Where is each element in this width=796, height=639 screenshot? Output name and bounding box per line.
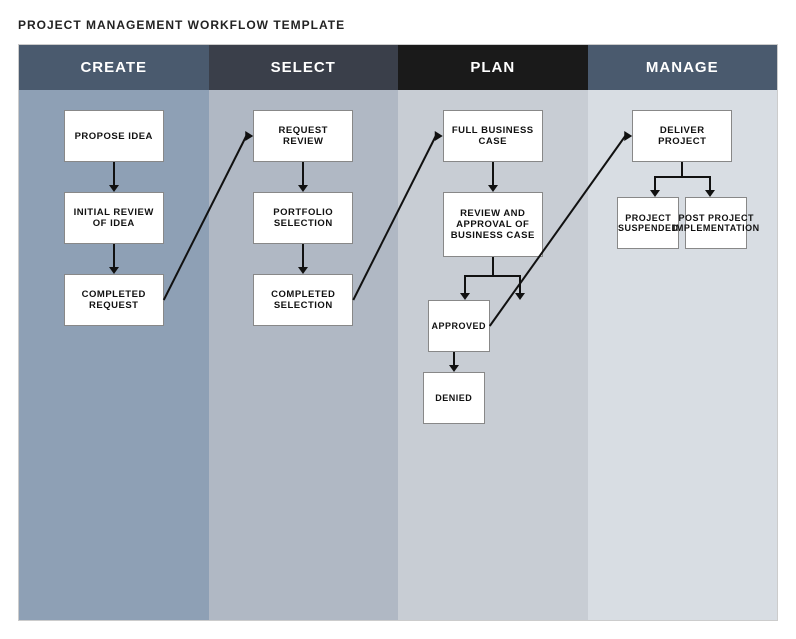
manage-flow: DELIVER PROJECT [598,110,768,249]
col-create: PROPOSE IDEA INITIAL REVIEW OF IDEA COMP… [19,90,209,620]
manage-branch-boxes: PROJECT SUSPENDED POST PROJECT IMPLEMENT… [612,197,752,249]
manage-h-branch [627,176,737,197]
branch-from-review: APPROVED DENIED [408,257,578,424]
branch-right-spacer [496,300,558,352]
header-row: CREATE SELECT PLAN MANAGE [19,45,777,90]
box-post-project: POST PROJECT IMPLEMENTATION [685,197,747,249]
branch-h-line [438,275,548,300]
col-header-plan: PLAN [398,45,588,90]
arrow-select-1 [298,162,308,192]
branch-shaft-top [492,257,494,275]
box-propose-idea: PROPOSE IDEA [64,110,164,162]
branch-h-bar [465,275,520,277]
create-flow: PROPOSE IDEA INITIAL REVIEW OF IDEA COMP… [29,110,199,326]
box-request-review: REQUEST REVIEW [253,110,353,162]
box-approved: APPROVED [428,300,490,352]
box-completed-selection: COMPLETED SELECTION [253,274,353,326]
page-title: PROJECT MANAGEMENT WORKFLOW TEMPLATE [18,18,778,32]
box-initial-review: INITIAL REVIEW OF IDEA [64,192,164,244]
arrow-select-2 [298,244,308,274]
box-completed-request: COMPLETED REQUEST [64,274,164,326]
manage-branch: PROJECT SUSPENDED POST PROJECT IMPLEMENT… [598,162,768,249]
plan-flow: FULL BUSINESS CASE REVIEW AND APPROVAL O… [408,110,578,424]
select-flow: REQUEST REVIEW PORTFOLIO SELECTION COMPL… [219,110,389,326]
denied-section: DENIED [423,352,563,424]
col-header-manage: MANAGE [588,45,778,90]
approved-to-denied: DENIED [423,352,485,424]
col-header-select: SELECT [209,45,399,90]
arrow-plan-1 [488,162,498,192]
box-project-suspended: PROJECT SUSPENDED [617,197,679,249]
arrow-create-1 [109,162,119,192]
body-row: PROPOSE IDEA INITIAL REVIEW OF IDEA COMP… [19,90,777,620]
box-portfolio-selection: PORTFOLIO SELECTION [253,192,353,244]
branch-boxes: APPROVED [423,300,563,352]
box-review-approval: REVIEW AND APPROVAL OF BUSINESS CASE [443,192,543,257]
box-full-business-case: FULL BUSINESS CASE [443,110,543,162]
branch-right [493,275,548,300]
col-manage: DELIVER PROJECT [588,90,778,620]
col-plan: FULL BUSINESS CASE REVIEW AND APPROVAL O… [398,90,588,620]
arrow-create-2 [109,244,119,274]
branch-left [438,275,493,300]
col-header-create: CREATE [19,45,209,90]
box-deliver-project: DELIVER PROJECT [632,110,732,162]
col-select: REQUEST REVIEW PORTFOLIO SELECTION COMPL… [209,90,399,620]
box-denied: DENIED [423,372,485,424]
workflow-container: CREATE SELECT PLAN MANAGE PROPOSE IDEA I… [18,44,778,621]
